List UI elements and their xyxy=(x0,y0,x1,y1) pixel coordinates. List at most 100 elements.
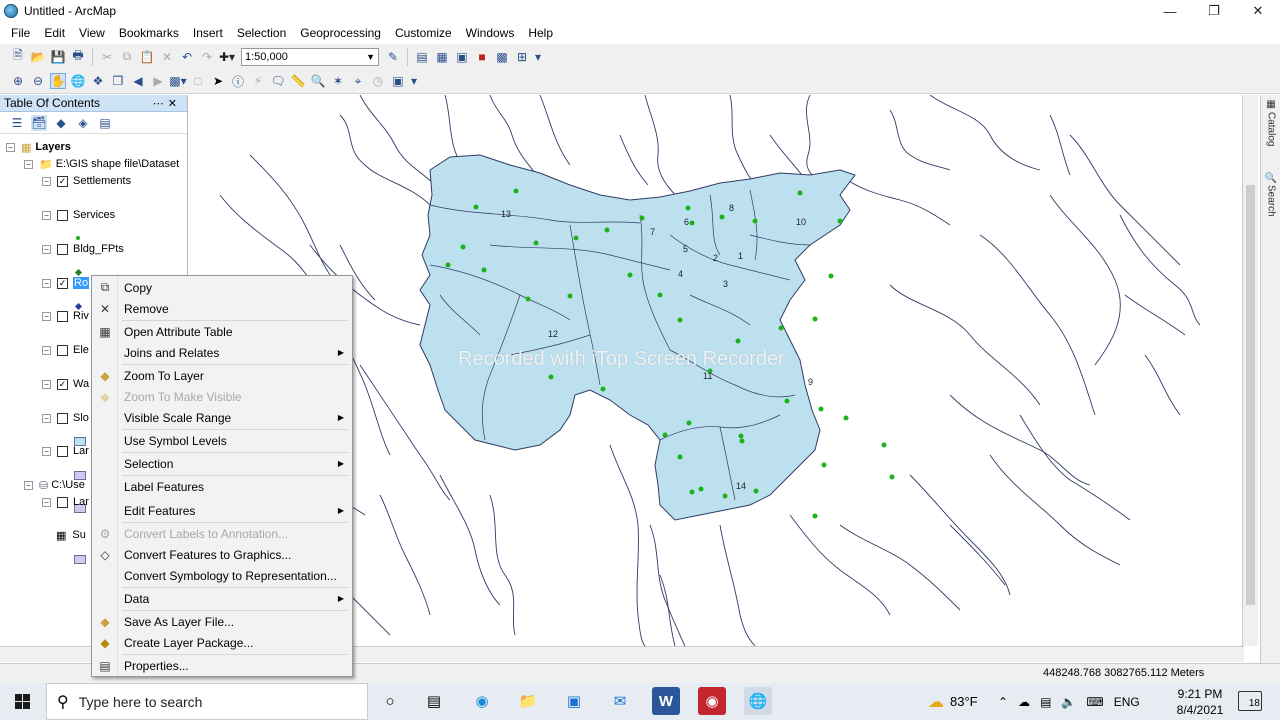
collapse-icon[interactable]: − xyxy=(42,379,51,389)
collapse-icon[interactable]: − xyxy=(42,278,51,288)
list-by-source-icon[interactable]: 🗃 xyxy=(31,114,47,131)
menu-item-joins-and-relates[interactable]: Joins and Relates ▶ xyxy=(92,342,352,363)
dataset-folder-node[interactable]: − 📁 E:\GIS shape file\Dataset xyxy=(24,156,179,172)
arctoolbox-icon[interactable]: ■ xyxy=(474,49,490,65)
input-language[interactable]: ENG xyxy=(1114,695,1140,709)
layer-name[interactable]: Bldg_FPts xyxy=(73,243,124,255)
find-icon[interactable]: 🔍 xyxy=(310,73,326,89)
layer-visibility-checkbox[interactable] xyxy=(57,445,68,457)
fixed-zoom-in-icon[interactable]: ❖ xyxy=(90,73,106,89)
map-scale-dropdown[interactable]: 1:50,000 ▼ xyxy=(241,47,379,66)
list-by-selection-icon[interactable]: ◈ xyxy=(75,115,91,131)
go-to-xy-icon[interactable]: ⌖ xyxy=(350,73,366,89)
paste-icon[interactable]: 📋 xyxy=(139,49,155,65)
menu-geoprocessing[interactable]: Geoprocessing xyxy=(293,22,388,44)
copy-icon[interactable]: ⧉ xyxy=(119,49,135,65)
search-window-icon[interactable]: ▣ xyxy=(454,49,470,65)
menu-view[interactable]: View xyxy=(72,22,112,44)
new-document-icon[interactable]: 🗎 xyxy=(10,48,26,65)
catalog-window-icon[interactable]: ▦ xyxy=(434,49,450,65)
mail-icon[interactable]: ✉ xyxy=(606,687,634,715)
maximize-button[interactable]: ❐ xyxy=(1192,0,1236,22)
collapse-icon[interactable]: − xyxy=(42,345,51,355)
table-name[interactable]: Su xyxy=(72,529,85,541)
collapse-icon[interactable]: − xyxy=(42,244,51,254)
list-by-visibility-icon[interactable]: ◆ xyxy=(53,115,69,131)
layer-visibility-checkbox[interactable]: ✓ xyxy=(57,378,68,390)
toolbar-options-icon[interactable]: ▾ xyxy=(410,73,418,89)
cut-icon[interactable]: ✂ xyxy=(99,49,115,65)
layer-node-landuse[interactable]: − Lar xyxy=(42,443,89,459)
catalog-tab[interactable]: ▦ Catalog xyxy=(1263,99,1279,169)
layer-node-landuse-2[interactable]: − Lar xyxy=(42,494,89,510)
add-data-icon[interactable]: ✚▾ xyxy=(219,49,235,65)
collapse-icon[interactable]: − xyxy=(42,311,51,321)
layer-visibility-checkbox[interactable] xyxy=(57,412,68,424)
start-button[interactable] xyxy=(0,683,45,720)
users-folder-node[interactable]: − ⛁ C:\Use xyxy=(24,477,85,493)
layer-name[interactable]: Riv xyxy=(73,310,89,322)
layer-node-watershed[interactable]: − ✓ Wa xyxy=(42,376,89,392)
weather-widget[interactable]: ☁ 83°F xyxy=(928,683,978,720)
collapse-icon[interactable]: − xyxy=(42,210,51,220)
layer-visibility-checkbox[interactable] xyxy=(57,209,68,221)
modelbuilder-icon[interactable]: ⊞ xyxy=(514,49,530,65)
search-tab[interactable]: 🔍 Search xyxy=(1263,171,1279,241)
menu-item-open-attribute-table[interactable]: ▦ Open Attribute Table xyxy=(92,321,352,342)
toc-options-icon[interactable]: ▤ xyxy=(97,115,113,131)
menu-item-remove[interactable]: ✕ Remove xyxy=(92,298,352,319)
collapse-icon[interactable]: − xyxy=(6,142,15,152)
task-view-icon[interactable]: ▤ xyxy=(420,687,448,715)
fixed-zoom-out-icon[interactable]: ❒ xyxy=(110,73,126,89)
layer-name-selected[interactable]: Ro xyxy=(73,277,90,289)
menu-item-use-symbol-levels[interactable]: Use Symbol Levels xyxy=(92,430,352,451)
menu-item-selection[interactable]: Selection ▶ xyxy=(92,453,352,474)
zoom-out-icon[interactable]: ⊖ xyxy=(30,73,46,89)
store-icon[interactable]: ▣ xyxy=(560,687,588,715)
find-route-icon[interactable]: ✶ xyxy=(330,73,346,89)
file-explorer-icon[interactable]: 📁 xyxy=(514,687,542,715)
collapse-icon[interactable]: − xyxy=(24,159,33,169)
layer-visibility-checkbox[interactable] xyxy=(57,310,68,322)
menu-windows[interactable]: Windows xyxy=(459,22,522,44)
layer-name[interactable]: Wa xyxy=(73,378,89,390)
keyboard-icon[interactable]: ⌨ xyxy=(1086,695,1103,709)
collapse-icon[interactable]: − xyxy=(42,446,51,456)
minimize-button[interactable]: — xyxy=(1148,0,1192,22)
menu-edit[interactable]: Edit xyxy=(37,22,72,44)
layer-node-elevation[interactable]: − Ele xyxy=(42,342,89,358)
forward-extent-icon[interactable]: ▶ xyxy=(150,73,166,89)
layer-visibility-checkbox[interactable] xyxy=(57,243,68,255)
volume-icon[interactable]: 🔈 xyxy=(1061,695,1076,709)
layer-node-rivers[interactable]: − Riv xyxy=(42,308,89,324)
editor-toolbar-icon[interactable]: ✎ xyxy=(385,49,401,65)
menu-customize[interactable]: Customize xyxy=(388,22,459,44)
menu-item-zoom-to-make-visible[interactable]: ◆ Zoom To Make Visible xyxy=(92,386,352,407)
collapse-icon[interactable]: − xyxy=(42,413,51,423)
menu-item-save-as-layer-file[interactable]: ◆ Save As Layer File... xyxy=(92,611,352,632)
scrollbar-thumb[interactable] xyxy=(1246,185,1255,605)
collapse-icon[interactable]: − xyxy=(42,176,51,186)
layer-node-settlements[interactable]: − ✓ Settlements xyxy=(42,173,131,189)
html-popup-icon[interactable]: 🗨 xyxy=(270,73,286,89)
measure-icon[interactable]: 📏 xyxy=(290,73,306,89)
identify-icon[interactable]: ⓘ xyxy=(230,73,246,89)
layer-node-slope[interactable]: − Slo xyxy=(42,410,89,426)
zoom-in-icon[interactable]: ⊕ xyxy=(10,73,26,89)
layer-name[interactable]: Slo xyxy=(73,412,89,424)
onedrive-icon[interactable]: ☁ xyxy=(1018,695,1030,709)
layer-visibility-checkbox[interactable]: ✓ xyxy=(57,277,68,289)
layer-node-services[interactable]: − Services xyxy=(42,207,115,223)
menu-item-label-features[interactable]: Label Features xyxy=(92,476,352,497)
layer-node-roads[interactable]: − ✓ Ro xyxy=(42,275,90,291)
save-icon[interactable]: 💾 xyxy=(50,49,66,65)
layer-visibility-checkbox[interactable] xyxy=(57,496,68,508)
layers-root-node[interactable]: − ▦ Layers xyxy=(6,139,71,155)
taskbar-clock[interactable]: 9:21 PM 8/4/2021 xyxy=(1172,686,1228,718)
menu-insert[interactable]: Insert xyxy=(186,22,230,44)
toc-pin-close-controls[interactable]: ⋯✕ xyxy=(153,97,181,110)
select-features-icon[interactable]: ▩▾ xyxy=(169,73,186,89)
menu-file[interactable]: File xyxy=(4,22,37,44)
arcmap-taskbar-icon[interactable]: 🌐 xyxy=(744,687,772,715)
layer-name[interactable]: Settlements xyxy=(73,175,131,187)
